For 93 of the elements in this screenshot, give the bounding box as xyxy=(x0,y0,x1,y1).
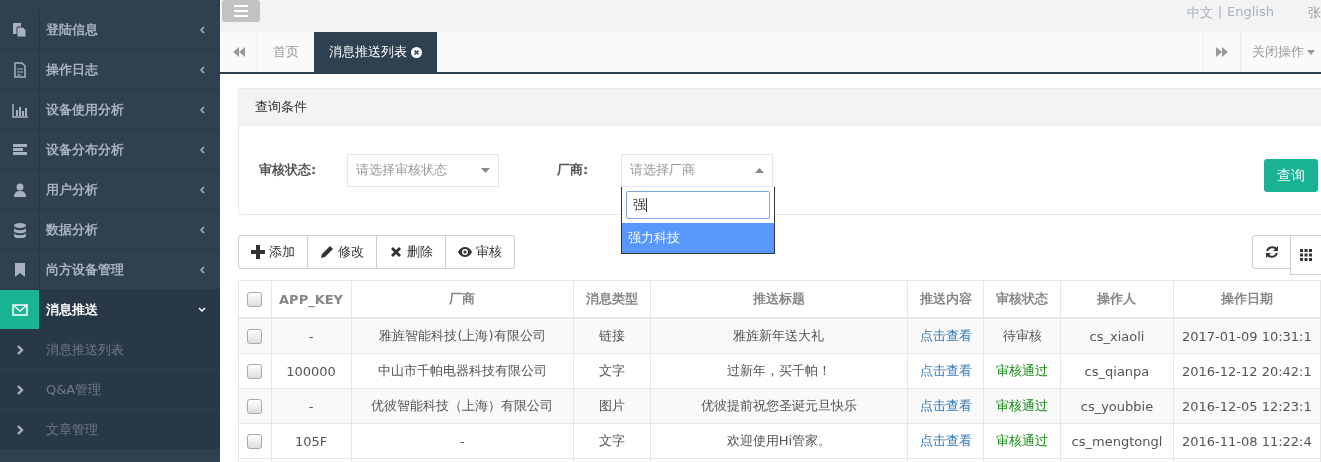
menu-item-icon xyxy=(11,141,28,158)
sidebar-item[interactable]: 数据分析 xyxy=(0,210,220,250)
row-checkbox[interactable] xyxy=(247,434,263,449)
submenu-item[interactable]: 消息推送列表 xyxy=(0,330,220,370)
table-cell: cs_qianpa xyxy=(1060,353,1174,389)
status-cell: 待审核 xyxy=(983,318,1061,354)
chevron-left-icon xyxy=(198,185,206,194)
menu-item-icon xyxy=(11,221,28,238)
table-cell: 100000 xyxy=(271,353,351,389)
menu-item-icon xyxy=(11,61,28,78)
caret-up-icon xyxy=(755,167,764,173)
table-cell: 过新年，买千帕！ xyxy=(650,353,908,389)
table-cell: 文字 xyxy=(573,353,651,389)
table-cell: - xyxy=(271,388,351,424)
menu-toggle-button[interactable] xyxy=(222,0,260,22)
table-cell: 2017-01-09 10:31:1 xyxy=(1173,318,1321,354)
page-tab[interactable]: 消息推送列表 xyxy=(314,32,437,72)
sidebar-item[interactable]: 设备使用分析 xyxy=(0,90,220,130)
double-left-icon xyxy=(232,47,245,57)
scroll-right-button[interactable] xyxy=(1203,32,1241,72)
chevron-left-icon xyxy=(198,145,206,154)
page-tab[interactable]: 首页 xyxy=(258,32,314,72)
plus-icon xyxy=(251,245,265,259)
table-cell: 2016-12-12 20:42:1 xyxy=(1173,353,1321,389)
table-cell: 105F xyxy=(271,423,351,459)
table-cell: 2016-11-08 11:22:4 xyxy=(1173,423,1321,459)
refresh-icon xyxy=(1264,245,1279,259)
separator-text: | xyxy=(1217,4,1223,21)
close-icon[interactable] xyxy=(411,46,422,58)
refresh-button[interactable] xyxy=(1252,235,1291,269)
panel-title: 查询条件 xyxy=(239,89,1321,126)
chevron-right-icon xyxy=(15,384,24,395)
status-cell: 审核通过 xyxy=(983,423,1061,459)
toolbar-button[interactable]: 审核 xyxy=(445,235,515,269)
table-cell: 文字 xyxy=(573,423,651,459)
user-name[interactable]: 张 xyxy=(1308,4,1321,22)
sidebar-item[interactable]: 登陆信息 xyxy=(0,10,220,50)
sidebar-item[interactable]: 设备分布分析 xyxy=(0,130,220,170)
table-cell: cs_xiaoli xyxy=(1060,318,1174,354)
toolbar-button[interactable]: 删除 xyxy=(376,235,446,269)
toolbar-button[interactable]: 修改 xyxy=(307,235,377,269)
eye-icon xyxy=(458,245,472,259)
table-cell: - xyxy=(351,423,574,459)
menu-item-icon xyxy=(11,181,28,198)
cross-icon xyxy=(389,245,403,259)
table-cell: 雅旌新年送大礼 xyxy=(650,318,908,354)
status-cell: 审核通过 xyxy=(983,353,1061,389)
menu-icon xyxy=(234,5,248,17)
table-cell: 中山市千帕电器科技有限公司 xyxy=(351,353,574,389)
chevron-left-icon xyxy=(198,225,206,234)
query-button[interactable]: 查询 xyxy=(1264,159,1318,192)
select-field[interactable]: 请选择审核状态 xyxy=(347,153,499,187)
row-checkbox[interactable] xyxy=(247,399,263,414)
field-label: 审核状态: xyxy=(259,161,318,179)
dropdown-option[interactable]: 强力科技 xyxy=(622,222,774,253)
status-cell: 审核通过 xyxy=(983,388,1061,424)
sidebar-item[interactable]: 消息推送 xyxy=(0,290,220,330)
table-cell: 图片 xyxy=(573,388,651,424)
table-cell: 优彼智能科技（上海）有限公司 xyxy=(351,388,574,424)
pencil-icon xyxy=(320,245,334,259)
toolbar-button[interactable]: 添加 xyxy=(238,235,308,269)
select-all-checkbox[interactable] xyxy=(247,292,263,307)
table-cell: 雅旌智能科技(上海)有限公司 xyxy=(351,318,574,354)
table-cell: cs_youbbie xyxy=(1060,388,1174,424)
chevron-left-icon xyxy=(198,65,206,74)
sidebar-item[interactable]: 操作日志 xyxy=(0,50,220,90)
row-checkbox[interactable] xyxy=(247,329,263,344)
search-input[interactable]: 强 xyxy=(626,190,770,219)
submenu-item[interactable]: 文章管理 xyxy=(0,410,220,450)
row-checkbox[interactable] xyxy=(247,364,263,379)
table-cell: - xyxy=(271,318,351,354)
menu-item-icon xyxy=(11,101,28,118)
double-right-icon xyxy=(1216,47,1228,57)
table-cell: 优彼提前祝您圣诞元旦快乐 xyxy=(650,388,908,424)
table-cell: 2016-12-05 12:23:1 xyxy=(1173,388,1321,424)
chevron-left-icon xyxy=(198,265,206,274)
submenu-item[interactable]: Q&A管理 xyxy=(0,370,220,410)
sidebar-item[interactable]: 用户分析 xyxy=(0,170,220,210)
caret-down-icon xyxy=(1307,49,1315,55)
grid-icon xyxy=(1300,249,1312,261)
chevron-left-icon xyxy=(198,105,206,114)
menu-item-icon xyxy=(11,301,28,318)
field-label: 厂商: xyxy=(557,161,590,179)
columns-button[interactable] xyxy=(1290,235,1321,275)
chevron-right-icon xyxy=(15,344,24,355)
menu-item-icon xyxy=(11,21,28,38)
table-cell: 欢迎使用Hi管家。 xyxy=(650,423,908,459)
caret-down-icon xyxy=(481,167,490,173)
chevron-right-icon xyxy=(15,424,24,435)
chevron-down-icon xyxy=(198,305,206,314)
table-cell: cs_mengtongl xyxy=(1060,423,1174,459)
table-cell: 链接 xyxy=(573,318,651,354)
chevron-left-icon xyxy=(198,25,206,34)
